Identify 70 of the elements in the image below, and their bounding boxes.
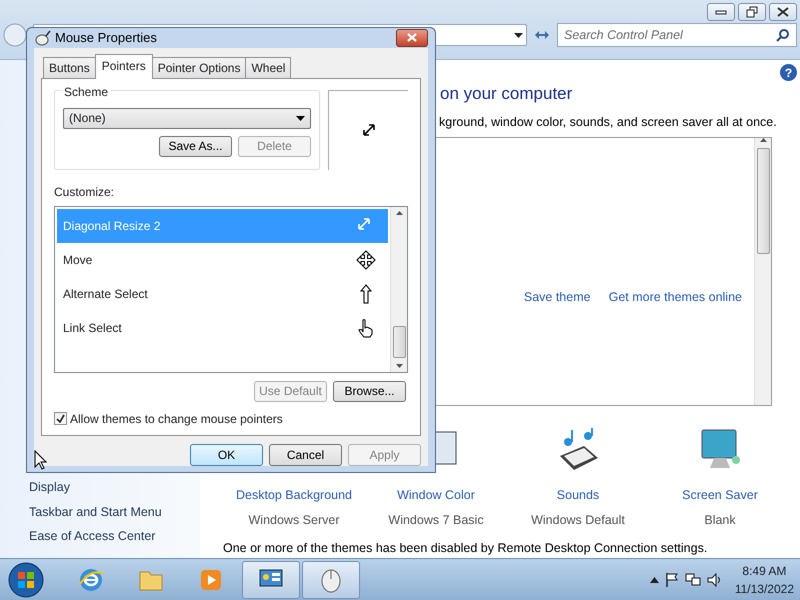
dialog-button[interactable]: Cancel — [269, 444, 342, 466]
minimize-button[interactable] — [707, 3, 735, 21]
minimize-icon — [715, 9, 727, 15]
pointer-button[interactable]: Browse... — [333, 380, 406, 402]
theme-link[interactable]: Save theme — [524, 288, 591, 307]
scroll-down-icon[interactable] — [396, 364, 402, 368]
move-icon — [356, 250, 376, 270]
scroll-up-icon[interactable] — [760, 138, 766, 142]
restore-icon — [746, 6, 758, 18]
page-description: kground, window color, sounds, and screen saver all at once. — [439, 114, 778, 131]
close-button[interactable] — [396, 28, 428, 47]
search-placeholder: Search Control Panel — [564, 26, 683, 44]
search-icon[interactable] — [776, 28, 790, 42]
tab[interactable]: Pointer Options — [152, 56, 246, 78]
tab[interactable]: Wheel — [245, 56, 292, 78]
pointer-name: Diagonal Resize 2 — [63, 218, 160, 234]
customize-label: Customize: — [54, 184, 116, 200]
checkbox[interactable] — [54, 412, 67, 425]
setting-value: Blank — [704, 512, 736, 528]
window-title: Mouse Properties — [55, 29, 157, 47]
checkbox-label: Allow themes to change mouse pointers — [70, 410, 283, 428]
close-icon — [777, 7, 789, 17]
close-icon — [407, 33, 417, 42]
clock-time: 8:49 AM — [741, 562, 788, 580]
scroll-thumb[interactable] — [756, 148, 770, 254]
volume-icon[interactable] — [706, 572, 723, 588]
scroll-thumb[interactable] — [392, 326, 406, 358]
restore-button[interactable] — [738, 3, 766, 21]
clock-date: 11/13/2022 — [734, 580, 794, 598]
notice-text: One or more of the themes has been disabled by Remote Desktop Connection settings. — [223, 540, 708, 558]
setting-link[interactable]: Window Color — [397, 486, 475, 504]
setting-value: Windows 7 Basic — [388, 512, 484, 528]
clock[interactable]: 8:49 AM 11/13/2022 — [734, 562, 794, 598]
close-button[interactable] — [769, 3, 797, 21]
pointer-name: Link Select — [63, 320, 122, 336]
list-item[interactable]: Link Select — [57, 310, 388, 344]
list-item[interactable]: Alternate Select — [57, 276, 388, 310]
setting-link[interactable]: Screen Saver — [682, 486, 758, 504]
flag-icon[interactable] — [664, 572, 679, 588]
search-field[interactable]: Search Control Panel — [557, 23, 797, 47]
theme-link[interactable]: Get more themes online — [608, 288, 742, 307]
scheme-dropdown[interactable]: (None) — [63, 108, 311, 128]
dialog-button[interactable]: OK — [190, 444, 263, 466]
back-button[interactable] — [3, 23, 27, 47]
scrollbar[interactable] — [754, 138, 771, 405]
page-heading: on your computer — [440, 83, 574, 105]
check-icon — [56, 414, 65, 423]
scheme-button[interactable]: Save As... — [159, 136, 232, 156]
scrollbar[interactable] — [390, 206, 407, 372]
list-item[interactable]: Move — [57, 242, 388, 276]
taskbar-button[interactable] — [242, 560, 300, 598]
cursor-icon — [34, 450, 47, 470]
scroll-up-icon[interactable] — [396, 210, 402, 214]
setting-value: Windows Server — [248, 512, 340, 528]
pointer-name: Move — [63, 252, 92, 268]
setting-value: Windows Default — [531, 512, 625, 528]
network-icon[interactable] — [684, 572, 701, 588]
diagonal-resize-icon — [360, 122, 376, 138]
sidebar-link[interactable]: Display — [29, 478, 200, 496]
setting-link[interactable]: Desktop Background — [236, 486, 352, 504]
setting-link[interactable]: Sounds — [556, 486, 600, 504]
show-hidden-icons[interactable] — [650, 576, 659, 582]
dropdown-icon — [296, 116, 305, 120]
sidebar-link[interactable]: Taskbar and Start Menu — [29, 502, 200, 522]
help-button[interactable]: ? — [780, 64, 797, 81]
tab[interactable]: Pointers — [94, 54, 153, 78]
tab[interactable]: Buttons — [43, 56, 96, 78]
dropdown-icon[interactable] — [514, 32, 523, 38]
sidebar-link[interactable]: Ease of Access Center — [29, 527, 200, 546]
pointer-name: Alternate Select — [63, 286, 148, 302]
